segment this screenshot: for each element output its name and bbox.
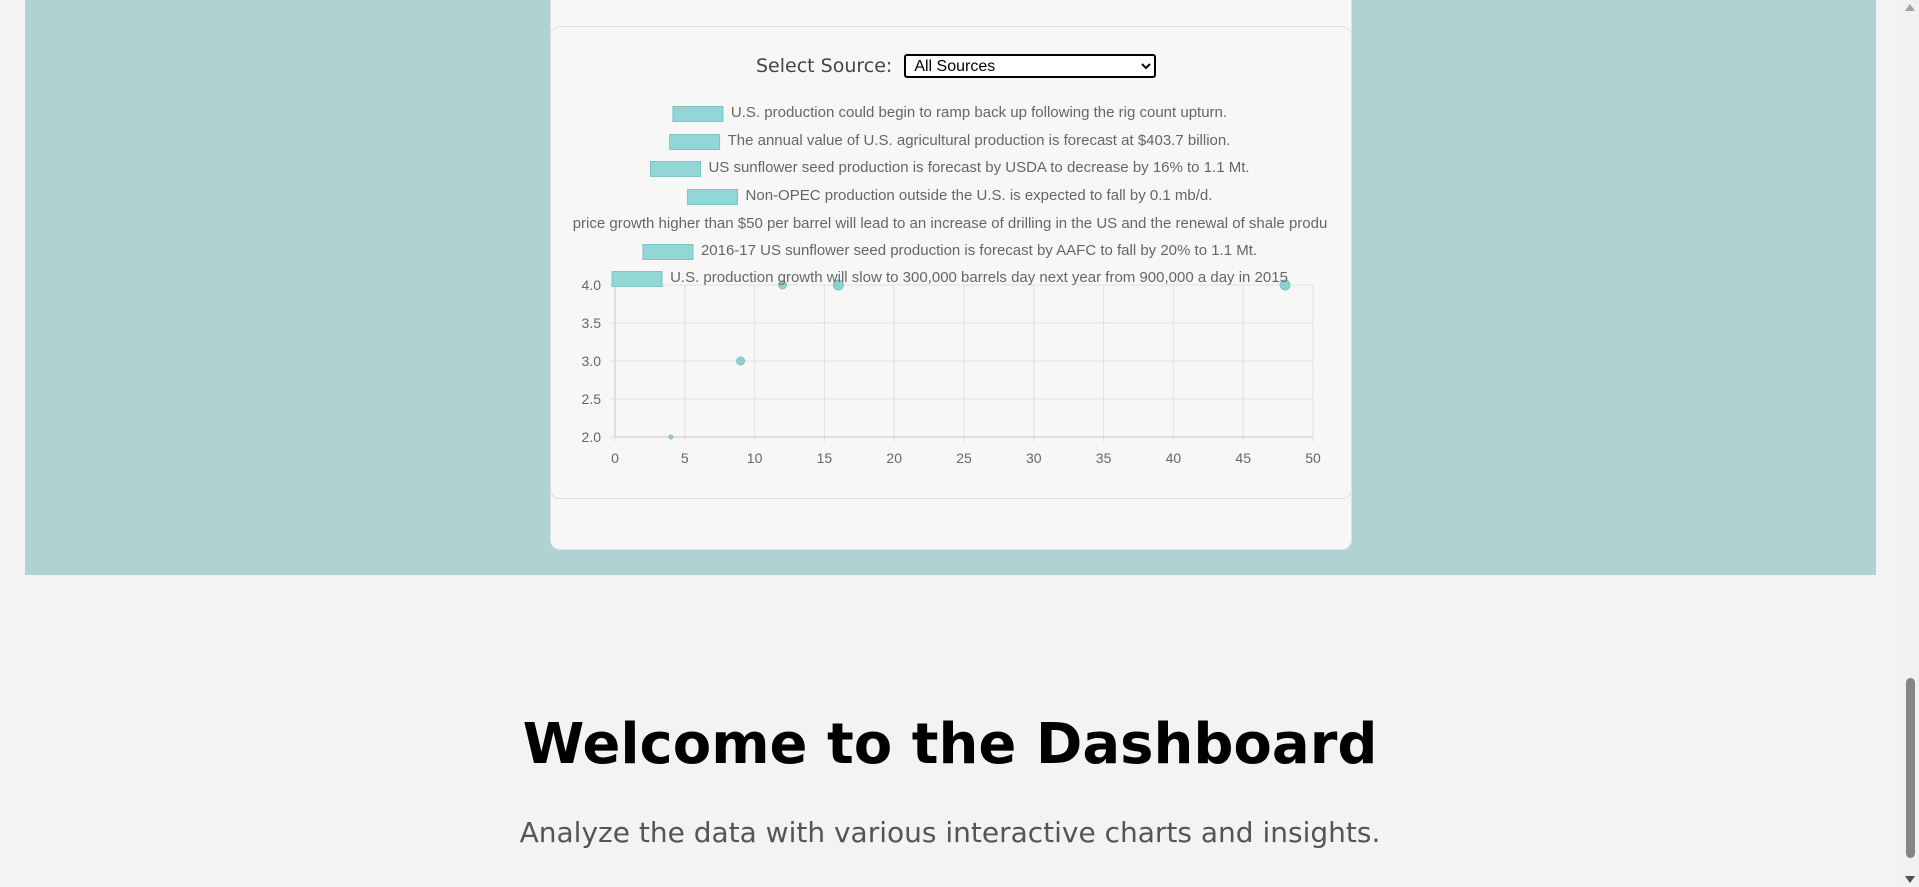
legend-swatch xyxy=(672,106,724,122)
legend-label: US sunflower seed production is forecast… xyxy=(708,159,1249,176)
y-tick-label: 3.5 xyxy=(582,315,602,331)
legend-label: 2016-17 US sunflower seed production is … xyxy=(701,242,1257,259)
x-tick-label: 25 xyxy=(956,450,972,466)
legend-swatch xyxy=(669,134,721,150)
vertical-scrollbar[interactable] xyxy=(1902,0,1919,887)
legend-label: Non-OPEC production outside the U.S. is … xyxy=(746,187,1213,204)
scatter-chart-svg: 0 5 10 15 20 25 30 35 40 45 50 4.0 3.5 3.0 2.5 2.0 U.S. … xyxy=(573,104,1328,466)
x-tick-label: 20 xyxy=(886,450,902,466)
data-point xyxy=(736,356,746,366)
y-tick-label: 3.0 xyxy=(582,353,602,369)
x-tick-label: 50 xyxy=(1305,450,1321,466)
legend-swatch xyxy=(649,161,701,177)
legend-swatch xyxy=(687,189,739,205)
x-tick-label: 30 xyxy=(1026,450,1042,466)
scatter-chart: 0 5 10 15 20 25 30 35 40 45 50 4.0 3.5 3.0 2.5 2.0 U.S. … xyxy=(560,90,1340,470)
x-tick-label: 35 xyxy=(1096,450,1112,466)
hero-title: Welcome to the Dashboard xyxy=(522,712,1378,777)
scroll-up-arrow-icon[interactable] xyxy=(1905,4,1915,11)
legend-swatch xyxy=(611,271,663,287)
x-tick-label: 15 xyxy=(817,450,833,466)
x-tick-label: 45 xyxy=(1235,450,1251,466)
legend-label: The annual value of U.S. agricultural pr… xyxy=(728,132,1231,149)
y-tick-label: 2.5 xyxy=(582,391,602,407)
x-tick-label: 5 xyxy=(681,450,689,466)
y-tick-label: 2.0 xyxy=(582,429,602,445)
source-filter-label: Select Source: xyxy=(756,55,893,77)
legend-swatch xyxy=(642,244,694,260)
x-tick-label: 40 xyxy=(1166,450,1182,466)
source-filter: Select Source: All Sources xyxy=(756,54,1157,78)
source-select[interactable]: All Sources xyxy=(904,54,1157,78)
legend-label: U.S. production could begin to ramp back… xyxy=(731,104,1227,121)
y-tick-label: 4.0 xyxy=(582,277,602,293)
scrollbar-thumb[interactable] xyxy=(1906,678,1915,858)
hero-subtitle: Analyze the data with various interactiv… xyxy=(519,816,1381,849)
data-point xyxy=(668,434,674,440)
legend-label: U.S. production growth will slow to 300,… xyxy=(670,269,1288,286)
legend-label: price growth higher than $50 per barrel … xyxy=(573,215,1328,232)
scroll-down-arrow-icon[interactable] xyxy=(1905,876,1915,883)
x-tick-label: 10 xyxy=(747,450,763,466)
x-tick-label: 0 xyxy=(611,450,619,466)
